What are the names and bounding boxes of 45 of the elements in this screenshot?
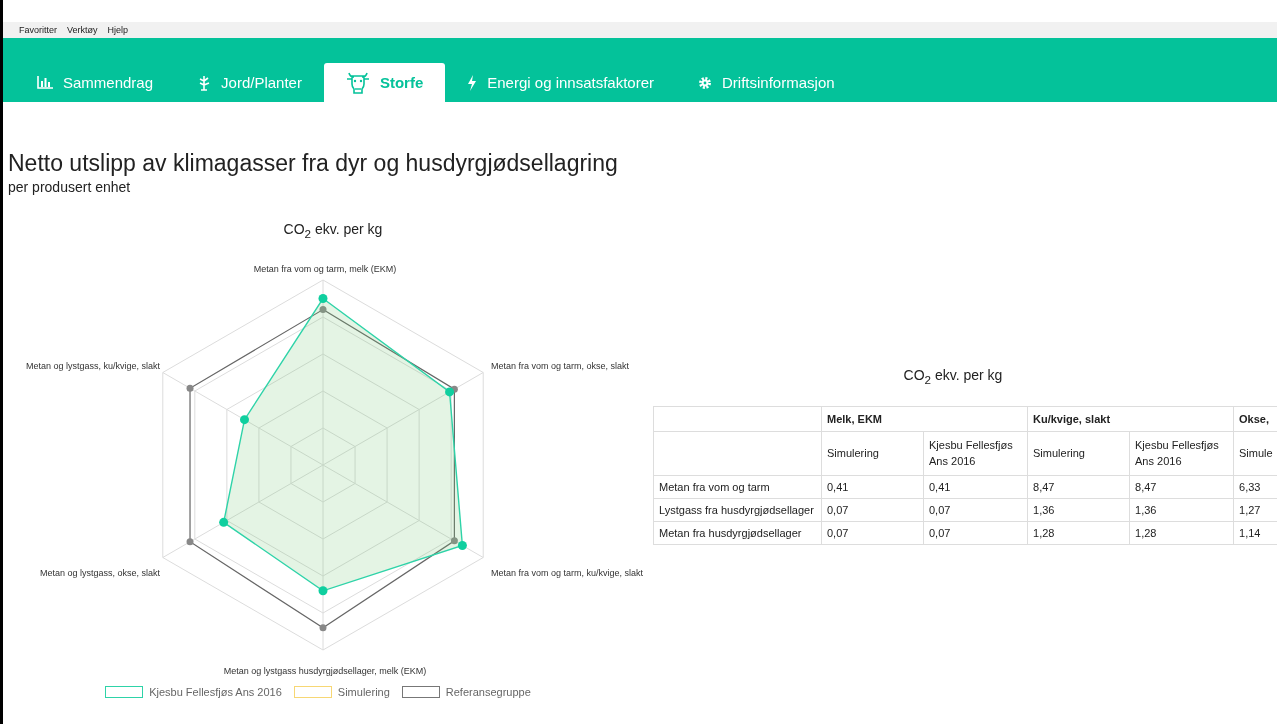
table-cell: 0,07 — [821, 498, 924, 522]
table-cell: 1,28 — [1027, 521, 1130, 545]
column-header: Kjesbu Fellesfjøs Ans 2016 — [1129, 431, 1234, 476]
axis-label: Metan og lystgass husdyrgjødsellager, melk (EKM) — [223, 665, 427, 676]
plant-icon — [197, 74, 212, 91]
table-cell: 0,41 — [923, 475, 1028, 499]
table-cell: 8,47 — [1027, 475, 1130, 499]
axis-label: Metan og lystgass, okse, slakt — [39, 567, 160, 578]
bar-chart-icon — [37, 76, 53, 89]
chart-title: CO$_{2}$ ekv. per kg — [282, 221, 384, 240]
row-label: Metan fra vom og tarm — [653, 475, 822, 499]
legend-item[interactable]: Kjesbu Fellesfjøs Ans 2016 — [105, 685, 282, 698]
table-cell: 0,41 — [821, 475, 924, 499]
row-label: Metan fra husdyrgjødsellager — [653, 521, 822, 545]
settings-icon — [698, 75, 713, 90]
axis-label: Metan fra vom og tarm, ku/kvige, slakt — [491, 567, 644, 578]
column-header: Kjesbu Fellesfjøs Ans 2016 — [923, 431, 1028, 476]
table-cell: 1,36 — [1129, 498, 1234, 522]
table-title: CO$_{2}$ ekv. per kg — [902, 367, 1004, 386]
legend-item[interactable]: Simulering — [293, 685, 390, 698]
column-group-header: Melk, EKM — [821, 406, 1028, 432]
menu-item[interactable]: Favoritter — [19, 25, 57, 35]
table-cell: 0,07 — [923, 521, 1028, 545]
column-group-header: Okse, — [1233, 406, 1277, 432]
lightning-icon — [467, 74, 478, 91]
axis-label: Metan fra vom og tarm, melk (EKM) — [253, 263, 397, 274]
menu-item[interactable]: Hjelp — [107, 25, 129, 35]
table-cell: 0,07 — [923, 498, 1028, 522]
column-header: Simulering — [1027, 431, 1130, 476]
axis-label: Metan og lystgass, ku/kvige, slakt — [25, 360, 160, 371]
table-cell: 1,28 — [1129, 521, 1234, 545]
column-header: Simulering — [821, 431, 924, 476]
table-cell: 8,47 — [1129, 475, 1234, 499]
table-cell: 0,07 — [821, 521, 924, 545]
table-cell: 1,36 — [1027, 498, 1130, 522]
row-label: Lystgass fra husdyrgjødsellager — [653, 498, 822, 522]
page-subheading: per produsert enhet — [8, 179, 132, 195]
menu-item[interactable]: Verktøy — [67, 25, 98, 35]
legend-label: Simulering — [337, 685, 390, 698]
legend-label: Referansegruppe — [445, 685, 531, 698]
legend-label: Kjesbu Fellesfjøs Ans 2016 — [149, 685, 282, 698]
legend-item[interactable]: Referansegruppe — [401, 685, 531, 698]
page-heading: Netto utslipp av klimagasser fra dyr og husdyrgjødsellagring — [8, 150, 619, 177]
axis-label: Metan fra vom og tarm, okse, slakt — [491, 360, 630, 371]
column-group-header: Ku/kvige, slakt — [1027, 406, 1234, 432]
